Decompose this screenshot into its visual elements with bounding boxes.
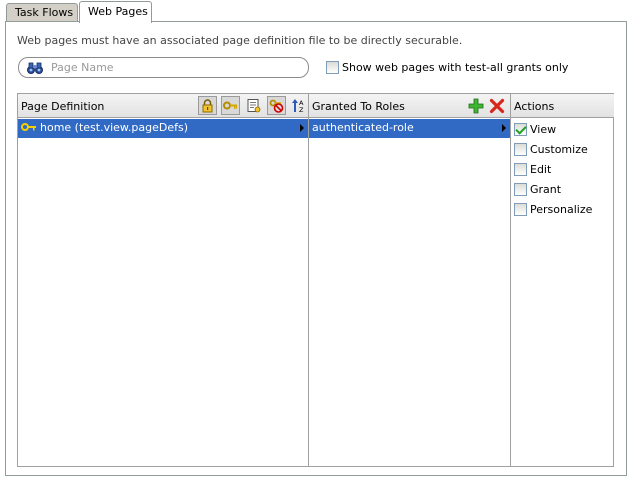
key-icon <box>223 101 238 110</box>
actions-header: Actions <box>511 94 614 118</box>
page-properties-button[interactable] <box>244 96 263 115</box>
web-pages-panel: Web pages must have an associated page d… <box>5 21 627 476</box>
show-test-all-option[interactable]: Show web pages with test-all grants only <box>326 60 569 74</box>
page-definition-header-label: Page Definition <box>21 100 105 113</box>
remove-grant-button[interactable] <box>267 96 286 115</box>
action-grant-label: Grant <box>530 183 562 196</box>
action-customize-label: Customize <box>530 143 588 156</box>
delete-icon <box>489 98 505 114</box>
action-personalize[interactable]: Personalize <box>514 202 593 216</box>
action-edit-checkbox[interactable] <box>514 162 527 176</box>
action-view-checkbox[interactable] <box>514 122 527 136</box>
granted-role-row-label: authenticated-role <box>312 121 414 134</box>
granted-roles-header: Granted To Roles <box>309 94 510 118</box>
action-customize-checkbox[interactable] <box>514 142 527 156</box>
show-test-all-label: Show web pages with test-all grants only <box>342 61 569 74</box>
show-test-all-checkbox[interactable] <box>326 60 339 74</box>
tab-strip: Task Flows Web Pages <box>0 0 631 23</box>
expand-arrow-icon <box>502 124 506 132</box>
svg-text:Z: Z <box>299 106 304 113</box>
page-definition-header: Page Definition A Z <box>18 94 308 118</box>
info-text: Web pages must have an associated page d… <box>17 34 463 47</box>
key-icon <box>21 123 36 131</box>
action-grant-checkbox[interactable] <box>514 182 527 196</box>
key-button[interactable] <box>221 96 240 115</box>
search-input[interactable] <box>51 60 301 75</box>
page-properties-icon <box>247 99 261 113</box>
lock-icon <box>202 99 213 113</box>
actions-column: Actions View Customize Edit Grant Person… <box>511 94 614 466</box>
lock-button[interactable] <box>198 96 217 115</box>
granted-roles-header-label: Granted To Roles <box>312 100 405 113</box>
action-grant[interactable]: Grant <box>514 182 562 196</box>
binoculars-icon <box>27 62 43 74</box>
action-edit-label: Edit <box>530 163 552 176</box>
action-view[interactable]: View <box>514 122 557 136</box>
add-role-button[interactable] <box>466 96 485 115</box>
add-icon <box>468 98 484 114</box>
tab-web-pages[interactable]: Web Pages <box>79 1 152 23</box>
action-edit[interactable]: Edit <box>514 162 552 176</box>
granted-role-row[interactable]: authenticated-role <box>309 119 510 138</box>
action-view-label: View <box>530 123 557 136</box>
page-definition-row-label: home (test.view.pageDefs) <box>40 121 189 134</box>
action-personalize-label: Personalize <box>530 203 593 216</box>
action-personalize-checkbox[interactable] <box>514 202 527 216</box>
sort-icon: A Z <box>292 99 304 113</box>
tab-task-flows[interactable]: Task Flows <box>6 3 78 22</box>
delete-role-button[interactable] <box>487 96 506 115</box>
action-customize[interactable]: Customize <box>514 142 588 156</box>
page-definition-row[interactable]: home (test.view.pageDefs) <box>18 119 308 138</box>
page-definition-column: Page Definition A Z home (test.view.page… <box>18 94 309 466</box>
actions-header-label: Actions <box>514 100 555 113</box>
permissions-grid: Page Definition A Z home (test.view.page… <box>17 93 614 467</box>
expand-arrow-icon <box>300 124 304 132</box>
remove-grant-icon <box>269 99 284 113</box>
granted-roles-column: Granted To Roles authenticated-role <box>309 94 511 466</box>
search-field[interactable] <box>18 57 309 78</box>
sort-button[interactable]: A Z <box>289 96 308 115</box>
